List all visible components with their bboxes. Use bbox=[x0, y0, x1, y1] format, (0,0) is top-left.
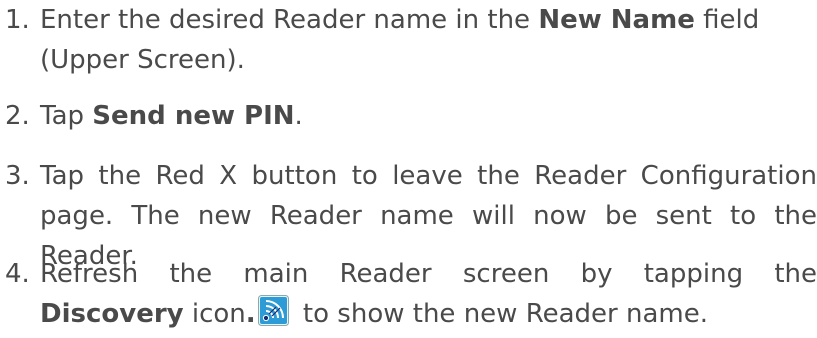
button-name: Send new PIN bbox=[92, 101, 295, 131]
step-text: Refresh the main Reader screen by tappin… bbox=[40, 254, 817, 334]
step-line: Enter the desired Reader name in the New… bbox=[40, 0, 817, 40]
step-text-part: . bbox=[245, 299, 256, 329]
step-text-part: Tap bbox=[40, 101, 93, 131]
step-text: Tap Send new PIN. bbox=[40, 96, 817, 136]
step-line: Refresh the main Reader screen by tappin… bbox=[40, 259, 817, 289]
step-line: Tap the Red X button to leave the Reader… bbox=[40, 161, 817, 191]
step-text: Enter the desired Reader name in the New… bbox=[40, 0, 817, 80]
step-line: Discovery icon. to show the new Reader n… bbox=[40, 294, 817, 334]
icon-name: Discovery bbox=[40, 299, 184, 329]
step-number: 4. bbox=[5, 259, 30, 289]
field-name: New Name bbox=[538, 5, 695, 35]
step-number: 3. bbox=[5, 161, 30, 191]
discovery-icon bbox=[257, 295, 289, 326]
step-text-part: to show the new Reader name. bbox=[294, 299, 708, 329]
step-text-part: Enter the desired Reader name in the bbox=[40, 5, 539, 35]
step-line: page. The new Reader name will now be se… bbox=[40, 201, 817, 231]
step-line: (Upper Screen). bbox=[40, 45, 245, 75]
step-number: 1. bbox=[5, 5, 30, 35]
step-text-part: field bbox=[694, 5, 760, 35]
step-number: 2. bbox=[5, 101, 30, 131]
step-text-part: . bbox=[294, 101, 303, 131]
step-text-part: icon bbox=[183, 299, 246, 329]
